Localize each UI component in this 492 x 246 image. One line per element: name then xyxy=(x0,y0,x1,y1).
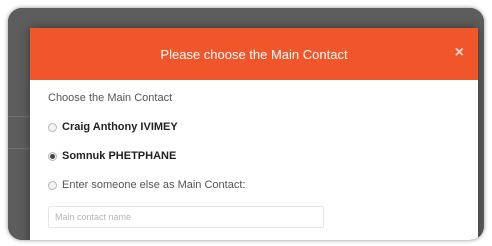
dialog-header: Please choose the Main Contact × xyxy=(30,28,478,80)
dialog-body: Choose the Main Contact Craig Anthony IV… xyxy=(30,80,478,228)
background-divider xyxy=(8,148,30,149)
radio-button[interactable] xyxy=(48,122,57,132)
option-label: Enter someone else as Main Contact: xyxy=(62,179,246,191)
radio-button[interactable] xyxy=(48,180,57,190)
close-icon[interactable]: × xyxy=(455,44,464,62)
screen-frame: Please choose the Main Contact × Choose … xyxy=(8,8,484,240)
option-label: Craig Anthony IVIMEY xyxy=(62,121,178,133)
radio-button-selected[interactable] xyxy=(48,151,57,161)
dialog-prompt: Choose the Main Contact xyxy=(48,92,173,104)
dialog-title: Please choose the Main Contact xyxy=(160,46,348,62)
option-someone-else[interactable]: Enter someone else as Main Contact: xyxy=(48,178,462,192)
option-somnuk-phetphane[interactable]: Somnuk PHETPHANE xyxy=(48,149,462,163)
option-label: Somnuk PHETPHANE xyxy=(62,150,177,162)
background-divider xyxy=(8,116,30,117)
option-craig-anthony-ivimey[interactable]: Craig Anthony IVIMEY xyxy=(48,120,462,134)
main-contact-name-input[interactable] xyxy=(48,206,324,228)
main-contact-dialog: Please choose the Main Contact × Choose … xyxy=(30,28,478,240)
